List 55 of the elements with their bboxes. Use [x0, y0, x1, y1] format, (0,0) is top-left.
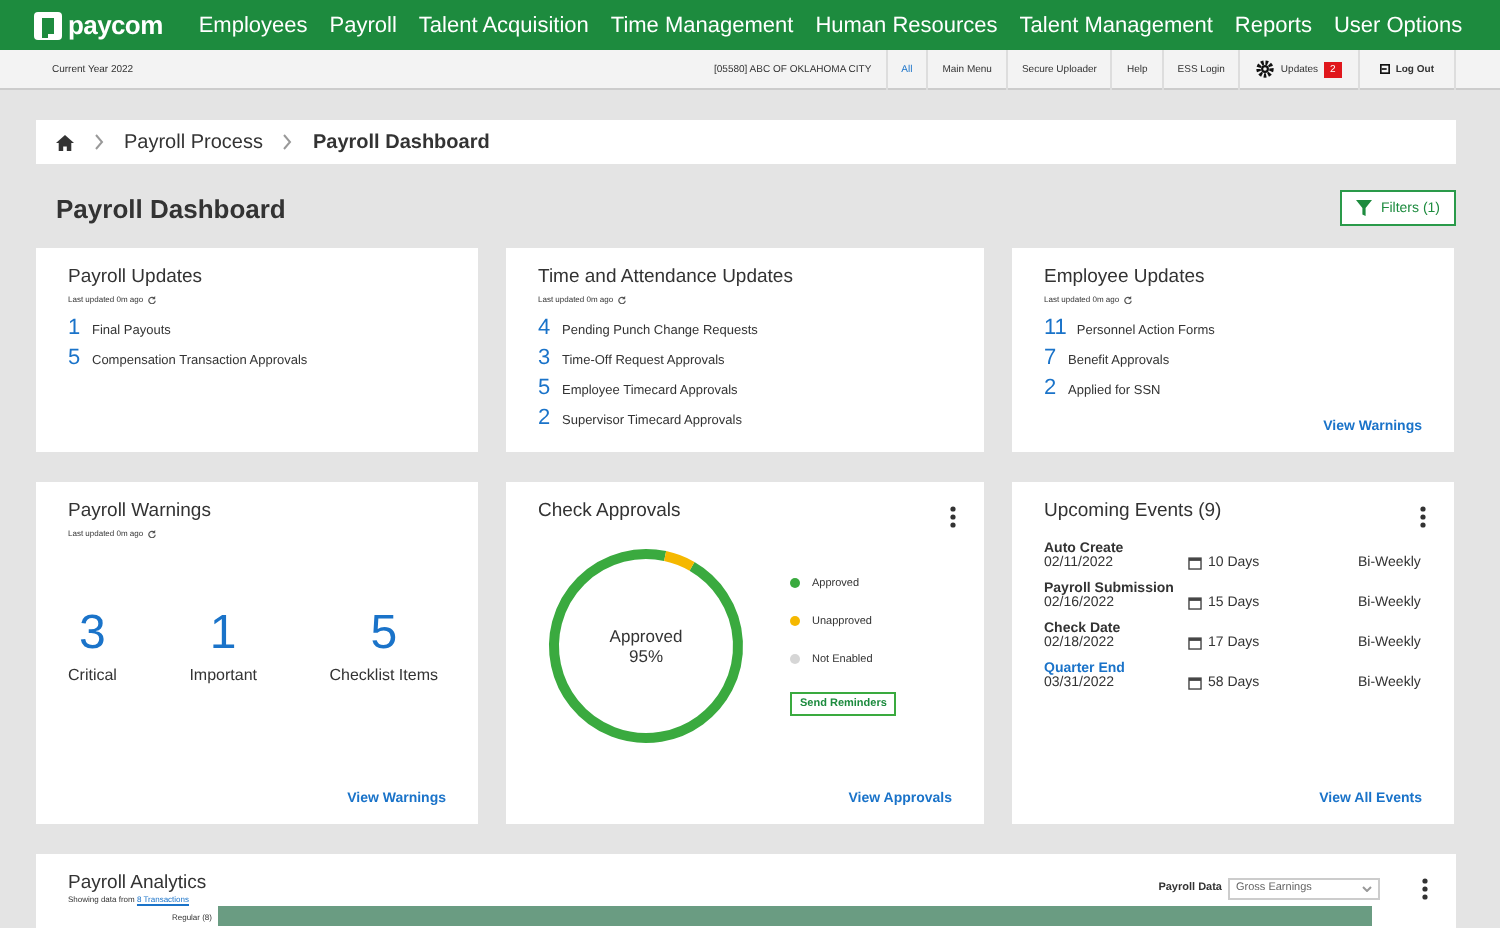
count: 3: [538, 346, 552, 370]
warning-count: 5: [370, 606, 398, 662]
refresh-icon[interactable]: [147, 529, 156, 537]
count: 11: [1044, 316, 1067, 340]
logo-text: paycom: [68, 10, 163, 40]
warning-label: Checklist Items: [329, 666, 438, 684]
more-options-icon[interactable]: [950, 506, 956, 528]
page-title: Payroll Dashboard: [56, 193, 286, 223]
card-title: Payroll Analytics: [68, 872, 207, 894]
gear-icon: [1256, 60, 1275, 78]
calendar-icon: [1188, 636, 1202, 650]
count: 5: [68, 346, 82, 370]
count: 4: [538, 316, 552, 340]
filter-icon: [1356, 200, 1373, 216]
count: 5: [538, 376, 552, 400]
card-title: Check Approvals: [538, 500, 683, 522]
card-title: Payroll Warnings: [68, 500, 213, 522]
breadcrumb-link[interactable]: Payroll Dashboard: [312, 131, 490, 153]
count: 7: [1044, 346, 1058, 370]
logo-icon: [34, 11, 62, 39]
chevron-down-icon: [1362, 885, 1372, 891]
home-icon[interactable]: [56, 133, 74, 151]
nav-menu-item[interactable]: Talent Acquisition: [418, 13, 589, 37]
refresh-icon[interactable]: [617, 295, 626, 303]
card-title: Payroll Updates: [68, 266, 205, 288]
warning-label: Critical: [68, 666, 117, 684]
exit-icon: [1379, 64, 1390, 74]
more-options-icon[interactable]: [1422, 878, 1428, 900]
count: 2: [1044, 376, 1058, 400]
nav-menu-item[interactable]: User Options: [1333, 13, 1463, 37]
nav-menu-item[interactable]: Time Management: [610, 13, 794, 37]
warning-count: 3: [79, 606, 106, 662]
nav-menu-item[interactable]: Payroll: [329, 13, 397, 37]
refresh-icon[interactable]: [147, 295, 156, 303]
nav-menu-item[interactable]: Employees: [198, 13, 308, 37]
refresh-icon[interactable]: [1123, 295, 1132, 303]
nav-menu-item[interactable]: Human Resources: [815, 13, 998, 37]
nav-menu-item[interactable]: Reports: [1234, 13, 1312, 37]
calendar-icon: [1188, 676, 1202, 690]
count: 1: [68, 316, 82, 340]
calendar-icon: [1188, 596, 1202, 610]
approved-percent: 95%: [628, 646, 663, 666]
breadcrumb-link[interactable]: Payroll Process: [124, 131, 263, 153]
chevron-right-icon: [282, 134, 293, 150]
card-title: Employee Updates: [1044, 266, 1207, 288]
approved-label: Approved: [609, 626, 683, 646]
warning-count: 1: [209, 606, 237, 662]
chevron-right-icon: [94, 134, 104, 150]
nav-menu-item[interactable]: Talent Management: [1019, 13, 1213, 37]
calendar-icon: [1188, 556, 1202, 570]
card-title: Upcoming Events (9): [1044, 500, 1224, 522]
more-options-icon[interactable]: [1420, 506, 1426, 528]
warning-label: Important: [189, 666, 257, 684]
card-title: Time and Attendance Updates: [538, 266, 795, 288]
count: 2: [538, 406, 552, 430]
